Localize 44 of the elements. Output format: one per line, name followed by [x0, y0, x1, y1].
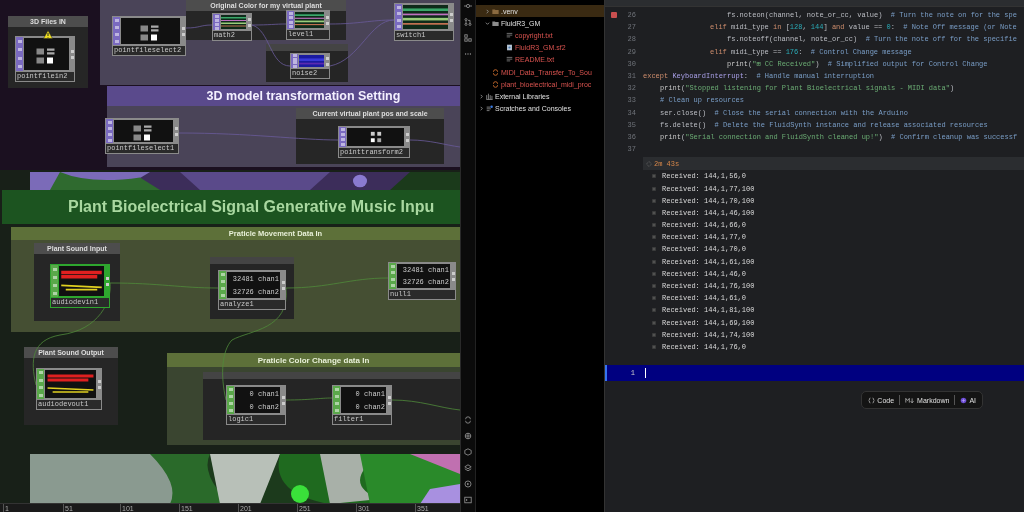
file-icon	[506, 44, 513, 52]
output-icon	[651, 307, 657, 314]
chevron-icon[interactable]	[479, 93, 484, 99]
more-icon[interactable]	[464, 50, 472, 58]
output-icon	[651, 319, 657, 326]
output-icon	[651, 246, 657, 253]
output-icon	[651, 234, 657, 241]
image-preview-drawing	[295, 12, 324, 28]
output-icon	[651, 222, 657, 229]
noise-preview-drawing	[299, 55, 324, 67]
ai-icon	[960, 396, 968, 404]
braces-icon	[868, 396, 876, 404]
terminal-icon[interactable]	[464, 496, 472, 504]
commit-icon[interactable]	[464, 2, 472, 10]
package-icon[interactable]	[464, 448, 472, 456]
image-preview-drawing	[403, 5, 448, 29]
layers-icon[interactable]	[464, 464, 472, 472]
output-icon	[651, 185, 657, 192]
structure-icon[interactable]	[464, 34, 472, 42]
section-banner: 3D model transformation Setting	[107, 86, 460, 106]
run-icon[interactable]	[464, 480, 472, 488]
sync-icon[interactable]	[464, 416, 472, 424]
python-file-icon	[492, 68, 499, 76]
output-icon	[651, 331, 657, 338]
output-icon	[651, 258, 657, 265]
globe-icon[interactable]	[464, 432, 472, 440]
python-file-icon	[492, 80, 499, 88]
text-file-icon	[506, 31, 513, 39]
output-icon	[651, 343, 657, 350]
markdown-icon	[905, 396, 916, 404]
section-banner: Plant Bioelectrical Signal Generative Music Inpu	[2, 190, 460, 224]
chevron-icon[interactable]	[479, 106, 484, 112]
panel-title: Praticle Color Change data In	[167, 353, 460, 367]
output-icon	[651, 197, 657, 204]
scratch-file-icon	[486, 105, 493, 113]
output-icon	[651, 270, 657, 277]
output-icon	[651, 209, 657, 216]
output-icon	[651, 283, 657, 290]
output-icon	[651, 173, 657, 180]
output-icon	[651, 295, 657, 302]
pull-request-icon[interactable]	[464, 18, 472, 26]
image-preview-drawing	[221, 15, 246, 29]
library-icon	[486, 92, 493, 100]
text-file-icon	[506, 56, 513, 64]
